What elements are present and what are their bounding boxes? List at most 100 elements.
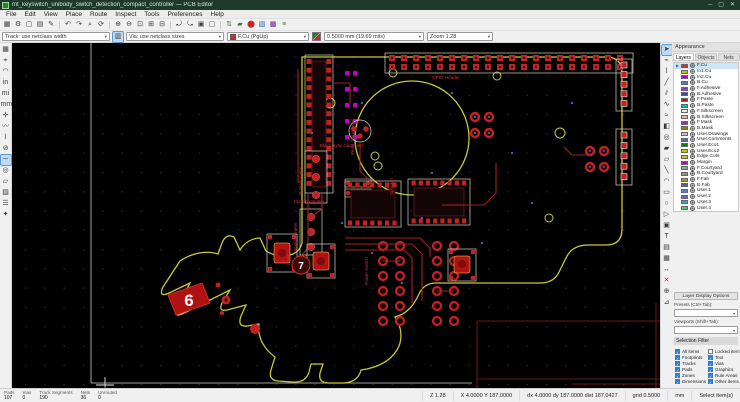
layer-color-swatch[interactable] xyxy=(681,92,688,97)
visibility-eye-icon[interactable] xyxy=(690,205,695,211)
draw-polygon-icon[interactable]: ▷ xyxy=(662,210,672,220)
layer-row-user-4[interactable]: User.4 xyxy=(674,205,738,211)
layer-color-swatch[interactable] xyxy=(681,206,688,211)
layer-color-swatch[interactable] xyxy=(681,120,688,125)
place-textbox-icon[interactable]: ▤ xyxy=(662,243,672,253)
layer-display-options-button[interactable]: Layer Display Options xyxy=(674,292,738,300)
zoom-select[interactable]: Zoom 1.28 ▾ xyxy=(427,32,493,41)
layer-color-swatch[interactable] xyxy=(681,194,688,199)
3d-viewer-icon[interactable]: ▧ xyxy=(257,20,267,30)
status-units[interactable]: mm xyxy=(667,390,691,401)
footprint-editor-icon[interactable]: ▰ xyxy=(235,20,245,30)
layer-color-swatch[interactable] xyxy=(681,86,688,91)
layer-color-swatch[interactable] xyxy=(681,177,688,182)
visibility-eye-icon[interactable] xyxy=(690,148,695,154)
find-icon[interactable]: ⌕ xyxy=(85,20,95,30)
print-icon[interactable]: ▤ xyxy=(35,20,45,30)
layer-color-swatch[interactable] xyxy=(681,103,688,108)
visibility-eye-icon[interactable] xyxy=(690,91,695,97)
route-track-icon[interactable]: ╱ xyxy=(662,78,672,88)
layer-color-swatch[interactable] xyxy=(681,200,688,205)
image-export-icon[interactable]: ▩ xyxy=(268,20,278,30)
layer-color-swatch[interactable] xyxy=(681,75,688,80)
units-inches-icon[interactable]: in xyxy=(1,78,11,88)
redo-icon[interactable]: ↷ xyxy=(74,20,84,30)
sketch-vias-icon[interactable]: ◎ xyxy=(1,166,11,176)
filter-locked-items[interactable]: Locked items xyxy=(708,349,740,354)
cursor-style-icon[interactable]: ✛ xyxy=(1,111,11,121)
properties-panel-icon[interactable]: ✦ xyxy=(1,210,11,220)
grid-origin-icon[interactable]: ⌖ xyxy=(1,56,11,66)
group-icon[interactable]: ▣ xyxy=(196,20,206,30)
ic-footprint[interactable] xyxy=(407,178,471,226)
units-mm-icon[interactable]: mm xyxy=(1,100,13,110)
filter-text[interactable]: ✓ Text xyxy=(708,355,740,361)
zoom-fit-icon[interactable]: ⊡ xyxy=(135,20,145,30)
local-ratsnest-icon[interactable]: ⌇ xyxy=(662,67,672,77)
via-size-select[interactable]: Via: use netclass sizes ▾ xyxy=(126,32,224,41)
badge-7[interactable]: 7 xyxy=(291,255,311,275)
zoom-out-icon[interactable]: ⊖ xyxy=(124,20,134,30)
visibility-eye-icon[interactable] xyxy=(690,80,695,86)
track-width-select[interactable]: Track: use netclass width ▾ xyxy=(2,32,110,41)
net-highlight-icon[interactable]: ⊘ xyxy=(1,144,11,154)
place-image-icon[interactable]: ▣ xyxy=(662,221,672,231)
visibility-eye-icon[interactable] xyxy=(690,103,695,109)
visibility-eye-icon[interactable] xyxy=(690,114,695,120)
zone-6[interactable]: 6 xyxy=(167,282,211,316)
draw-arc-icon[interactable]: ◠ xyxy=(662,177,672,187)
menu-file[interactable]: File xyxy=(2,10,20,19)
visibility-eye-icon[interactable] xyxy=(690,125,695,131)
layer-color-swatch[interactable] xyxy=(681,154,688,159)
board-setup-icon[interactable]: ⚙ xyxy=(13,20,23,30)
draw-dimension-icon[interactable]: ↔ xyxy=(662,265,672,275)
delete-tool-icon[interactable]: ✕ xyxy=(662,276,672,286)
menu-inspect[interactable]: Inspect xyxy=(111,10,140,19)
tune-diff-pair-icon[interactable]: ≈ xyxy=(662,111,672,121)
copper-traces[interactable] xyxy=(297,69,590,303)
visibility-eye-icon[interactable] xyxy=(690,108,695,114)
viewports-select[interactable]: ▾ xyxy=(674,326,738,334)
layer-color-swatch[interactable] xyxy=(681,160,688,165)
menu-view[interactable]: View xyxy=(40,10,62,19)
visibility-eye-icon[interactable] xyxy=(690,199,695,205)
sketch-tracks-icon[interactable]: ─ xyxy=(0,154,12,166)
tab-nets[interactable]: Nets xyxy=(717,53,740,61)
plot-icon[interactable]: ✎ xyxy=(46,20,56,30)
through-hole-pad-cluster[interactable] xyxy=(469,111,610,173)
zone-display-icon[interactable]: ▨ xyxy=(1,188,11,198)
route-diff-pair-icon[interactable]: ⫽ xyxy=(662,89,672,99)
checkbox[interactable]: ✓ xyxy=(708,367,713,373)
layer-color-swatch[interactable] xyxy=(681,188,688,193)
visibility-eye-icon[interactable] xyxy=(690,182,695,188)
save-icon[interactable]: ▦ xyxy=(2,20,12,30)
place-table-icon[interactable]: ▦ xyxy=(662,254,672,264)
layer-pair-icon[interactable] xyxy=(312,32,321,41)
menu-help[interactable]: Help xyxy=(207,10,228,19)
rotate-cw-icon[interactable]: ⤿ xyxy=(185,20,195,30)
polar-coordinates-icon[interactable]: ◠ xyxy=(1,67,11,77)
ungroup-icon[interactable]: ▢ xyxy=(207,20,217,30)
page-settings-icon[interactable]: ▢ xyxy=(24,20,34,30)
visibility-eye-icon[interactable] xyxy=(690,171,695,177)
checkbox[interactable]: ✓ xyxy=(675,361,680,367)
pcb-canvas[interactable]: 6 7 GPIO Header Microcontroller Electrol… xyxy=(12,43,660,388)
close-button[interactable]: ✕ xyxy=(730,0,735,10)
checkbox[interactable]: ✓ xyxy=(675,367,680,373)
layer-color-swatch[interactable] xyxy=(681,143,688,148)
layer-color-swatch[interactable] xyxy=(681,171,688,176)
undo-icon[interactable]: ↶ xyxy=(63,20,73,30)
checkbox[interactable]: ✓ xyxy=(675,373,680,379)
draw-line-icon[interactable]: ╲ xyxy=(662,166,672,176)
menu-edit[interactable]: Edit xyxy=(20,10,39,19)
visibility-eye-icon[interactable] xyxy=(690,74,695,80)
checkbox[interactable] xyxy=(708,349,713,354)
draw-zone-icon[interactable]: ▰ xyxy=(662,144,672,154)
hide-ratsnest-icon[interactable]: 〰 xyxy=(1,122,11,132)
filter-all-items[interactable]: ✓ All items xyxy=(675,349,706,355)
minimize-button[interactable]: ─ xyxy=(708,0,712,10)
maximize-button[interactable]: ▢ xyxy=(718,0,724,10)
drill-origin-icon[interactable]: ⊕ xyxy=(662,287,672,297)
visibility-eye-icon[interactable] xyxy=(690,194,695,200)
tune-track-icon[interactable]: ∿ xyxy=(662,100,672,110)
